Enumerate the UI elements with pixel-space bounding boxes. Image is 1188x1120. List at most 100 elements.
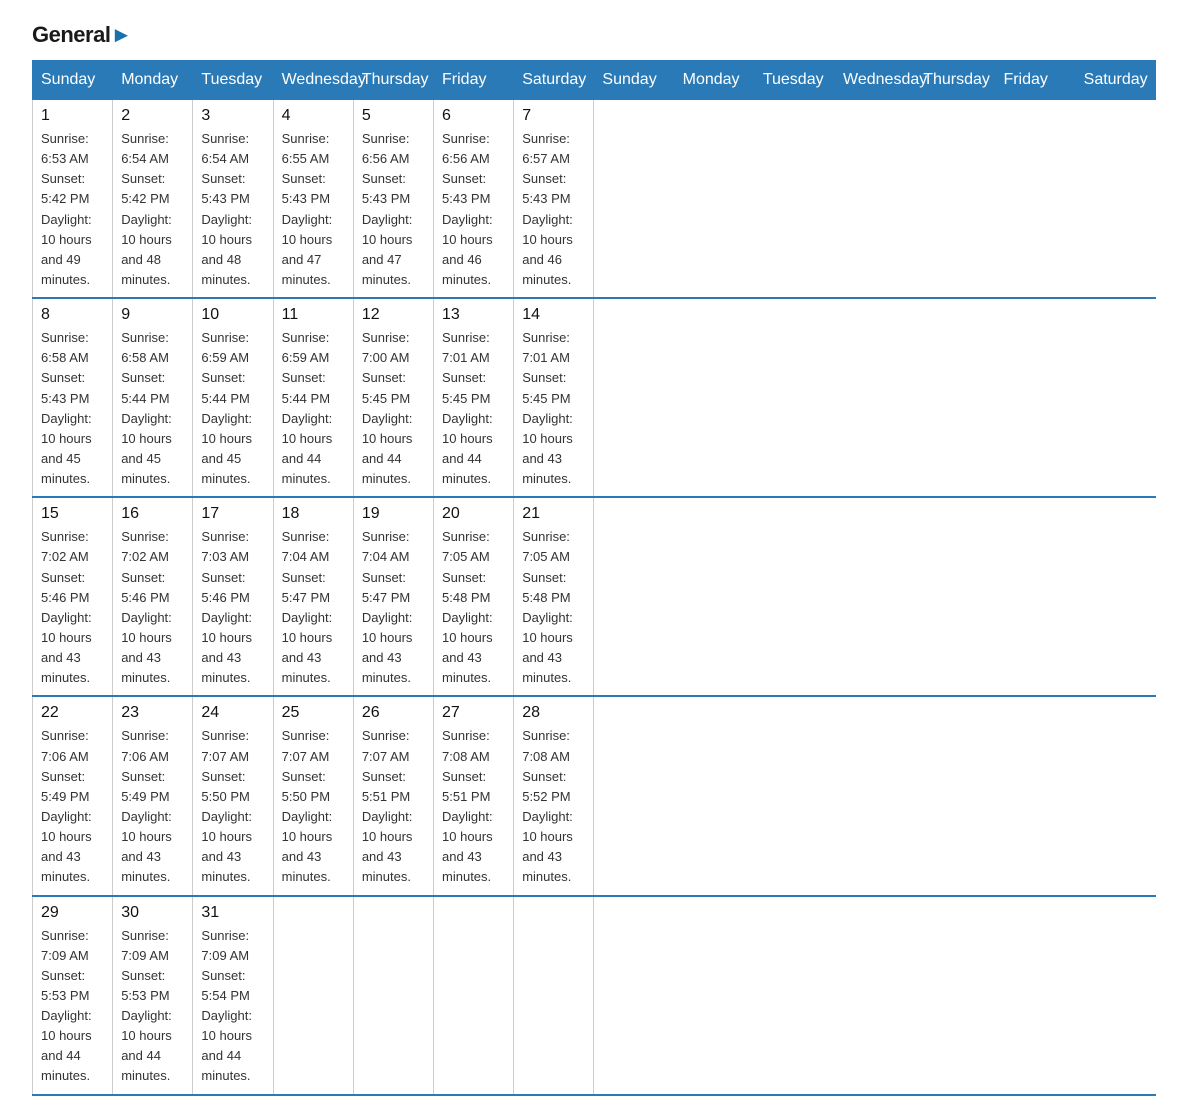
day-info: Sunrise: 7:02 AMSunset: 5:46 PMDaylight:… [41,527,104,688]
calendar-cell: 23 Sunrise: 7:06 AMSunset: 5:49 PMDaylig… [113,696,193,895]
day-info: Sunrise: 6:56 AMSunset: 5:43 PMDaylight:… [362,129,425,290]
day-info: Sunrise: 7:07 AMSunset: 5:51 PMDaylight:… [362,726,425,887]
day-number: 8 [41,306,104,324]
day-number: 25 [282,704,345,722]
calendar-cell: 13 Sunrise: 7:01 AMSunset: 5:45 PMDaylig… [434,298,514,497]
calendar-cell: 5 Sunrise: 6:56 AMSunset: 5:43 PMDayligh… [353,100,433,299]
day-number: 15 [41,505,104,523]
col-header-thursday: Thursday [915,61,995,100]
day-info: Sunrise: 6:57 AMSunset: 5:43 PMDaylight:… [522,129,585,290]
day-number: 26 [362,704,425,722]
header-monday: Monday [113,61,193,100]
day-info: Sunrise: 6:58 AMSunset: 5:43 PMDaylight:… [41,328,104,489]
day-number: 23 [121,704,184,722]
day-number: 24 [201,704,264,722]
day-number: 30 [121,904,184,922]
calendar-cell: 8 Sunrise: 6:58 AMSunset: 5:43 PMDayligh… [33,298,113,497]
calendar-cell: 20 Sunrise: 7:05 AMSunset: 5:48 PMDaylig… [434,497,514,696]
calendar-cell: 6 Sunrise: 6:56 AMSunset: 5:43 PMDayligh… [434,100,514,299]
week-row-5: 29 Sunrise: 7:09 AMSunset: 5:53 PMDaylig… [33,896,1156,1095]
day-number: 3 [201,107,264,125]
day-number: 7 [522,107,585,125]
day-info: Sunrise: 7:07 AMSunset: 5:50 PMDaylight:… [282,726,345,887]
calendar-cell: 17 Sunrise: 7:03 AMSunset: 5:46 PMDaylig… [193,497,273,696]
day-info: Sunrise: 7:06 AMSunset: 5:49 PMDaylight:… [41,726,104,887]
col-header-saturday: Saturday [1075,61,1155,100]
week-row-1: 1 Sunrise: 6:53 AMSunset: 5:42 PMDayligh… [33,100,1156,299]
day-info: Sunrise: 7:07 AMSunset: 5:50 PMDaylight:… [201,726,264,887]
day-info: Sunrise: 7:00 AMSunset: 5:45 PMDaylight:… [362,328,425,489]
day-info: Sunrise: 7:08 AMSunset: 5:51 PMDaylight:… [442,726,505,887]
day-number: 27 [442,704,505,722]
calendar-cell: 18 Sunrise: 7:04 AMSunset: 5:47 PMDaylig… [273,497,353,696]
day-number: 1 [41,107,104,125]
header-saturday: Saturday [514,61,594,100]
calendar-cell: 28 Sunrise: 7:08 AMSunset: 5:52 PMDaylig… [514,696,594,895]
header-friday: Friday [434,61,514,100]
day-info: Sunrise: 6:53 AMSunset: 5:42 PMDaylight:… [41,129,104,290]
calendar-cell: 19 Sunrise: 7:04 AMSunset: 5:47 PMDaylig… [353,497,433,696]
day-number: 20 [442,505,505,523]
calendar-cell: 11 Sunrise: 6:59 AMSunset: 5:44 PMDaylig… [273,298,353,497]
calendar-cell: 3 Sunrise: 6:54 AMSunset: 5:43 PMDayligh… [193,100,273,299]
logo: General► [32,24,132,42]
col-header-tuesday: Tuesday [754,61,834,100]
calendar-cell: 27 Sunrise: 7:08 AMSunset: 5:51 PMDaylig… [434,696,514,895]
col-header-monday: Monday [674,61,754,100]
day-info: Sunrise: 6:56 AMSunset: 5:43 PMDaylight:… [442,129,505,290]
day-info: Sunrise: 6:59 AMSunset: 5:44 PMDaylight:… [201,328,264,489]
calendar-cell [514,896,594,1095]
day-info: Sunrise: 7:06 AMSunset: 5:49 PMDaylight:… [121,726,184,887]
calendar-cell: 7 Sunrise: 6:57 AMSunset: 5:43 PMDayligh… [514,100,594,299]
day-number: 5 [362,107,425,125]
calendar-cell: 29 Sunrise: 7:09 AMSunset: 5:53 PMDaylig… [33,896,113,1095]
calendar-cell: 2 Sunrise: 6:54 AMSunset: 5:42 PMDayligh… [113,100,193,299]
col-header-friday: Friday [995,61,1075,100]
col-header-wednesday: Wednesday [835,61,915,100]
calendar-cell: 31 Sunrise: 7:09 AMSunset: 5:54 PMDaylig… [193,896,273,1095]
calendar-cell: 12 Sunrise: 7:00 AMSunset: 5:45 PMDaylig… [353,298,433,497]
day-number: 22 [41,704,104,722]
logo-text: General► [32,24,132,46]
day-info: Sunrise: 6:55 AMSunset: 5:43 PMDaylight:… [282,129,345,290]
day-info: Sunrise: 7:01 AMSunset: 5:45 PMDaylight:… [442,328,505,489]
day-number: 9 [121,306,184,324]
calendar-cell [353,896,433,1095]
day-number: 18 [282,505,345,523]
day-number: 19 [362,505,425,523]
calendar-table: SundayMondayTuesdayWednesdayThursdayFrid… [32,60,1156,1096]
day-number: 16 [121,505,184,523]
day-info: Sunrise: 7:01 AMSunset: 5:45 PMDaylight:… [522,328,585,489]
day-info: Sunrise: 7:04 AMSunset: 5:47 PMDaylight:… [282,527,345,688]
day-info: Sunrise: 7:05 AMSunset: 5:48 PMDaylight:… [522,527,585,688]
calendar-cell: 25 Sunrise: 7:07 AMSunset: 5:50 PMDaylig… [273,696,353,895]
day-number: 10 [201,306,264,324]
day-number: 12 [362,306,425,324]
calendar-cell: 24 Sunrise: 7:07 AMSunset: 5:50 PMDaylig… [193,696,273,895]
day-number: 2 [121,107,184,125]
day-number: 21 [522,505,585,523]
calendar-cell: 1 Sunrise: 6:53 AMSunset: 5:42 PMDayligh… [33,100,113,299]
calendar-cell: 4 Sunrise: 6:55 AMSunset: 5:43 PMDayligh… [273,100,353,299]
logo-arrow-icon: ► [110,22,131,47]
day-info: Sunrise: 6:54 AMSunset: 5:43 PMDaylight:… [201,129,264,290]
calendar-cell: 21 Sunrise: 7:05 AMSunset: 5:48 PMDaylig… [514,497,594,696]
calendar-cell: 9 Sunrise: 6:58 AMSunset: 5:44 PMDayligh… [113,298,193,497]
calendar-cell: 15 Sunrise: 7:02 AMSunset: 5:46 PMDaylig… [33,497,113,696]
day-number: 29 [41,904,104,922]
day-info: Sunrise: 6:58 AMSunset: 5:44 PMDaylight:… [121,328,184,489]
day-info: Sunrise: 7:09 AMSunset: 5:53 PMDaylight:… [121,926,184,1087]
day-number: 14 [522,306,585,324]
day-number: 11 [282,306,345,324]
calendar-cell: 30 Sunrise: 7:09 AMSunset: 5:53 PMDaylig… [113,896,193,1095]
day-number: 4 [282,107,345,125]
day-info: Sunrise: 7:04 AMSunset: 5:47 PMDaylight:… [362,527,425,688]
day-info: Sunrise: 7:02 AMSunset: 5:46 PMDaylight:… [121,527,184,688]
day-number: 6 [442,107,505,125]
calendar-cell [273,896,353,1095]
calendar-cell: 22 Sunrise: 7:06 AMSunset: 5:49 PMDaylig… [33,696,113,895]
week-row-3: 15 Sunrise: 7:02 AMSunset: 5:46 PMDaylig… [33,497,1156,696]
col-header-sunday: Sunday [594,61,674,100]
calendar-cell: 26 Sunrise: 7:07 AMSunset: 5:51 PMDaylig… [353,696,433,895]
header-thursday: Thursday [353,61,433,100]
